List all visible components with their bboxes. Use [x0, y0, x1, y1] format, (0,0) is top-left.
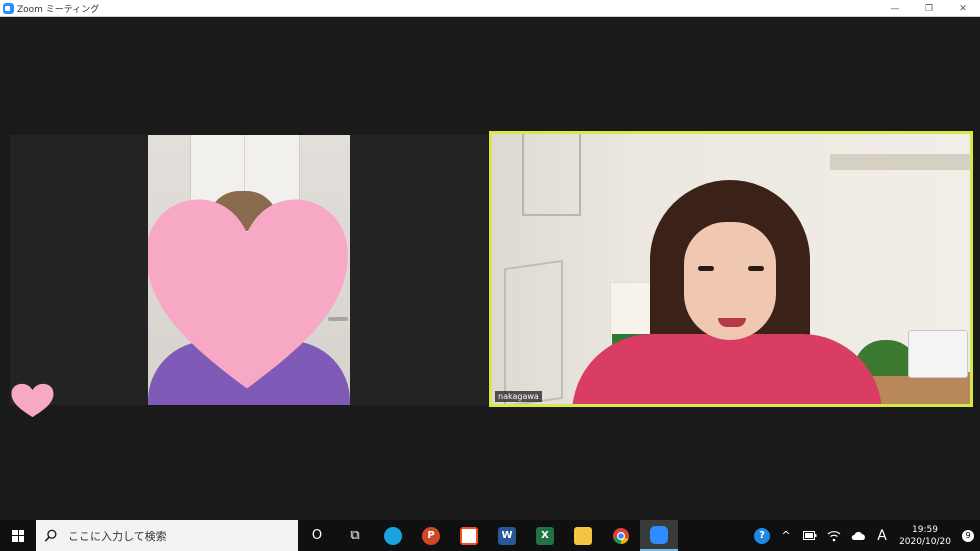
- excel-icon: X: [536, 526, 554, 545]
- word-icon: W: [498, 526, 516, 545]
- speaker-shirt: [572, 334, 882, 404]
- wifi-icon[interactable]: [822, 520, 846, 551]
- ime-mode-indicator[interactable]: A: [870, 520, 894, 551]
- taskbar-chrome[interactable]: [602, 520, 640, 551]
- chevron-up-icon[interactable]: ^: [774, 520, 798, 551]
- speaker-eye: [698, 266, 714, 271]
- chrome-icon: [613, 527, 629, 544]
- edge-icon: [384, 526, 402, 545]
- clock-time: 19:59: [912, 524, 938, 535]
- onedrive-cloud-icon[interactable]: [846, 520, 870, 551]
- taskbar-clock[interactable]: 19:59 2020/10/20: [894, 524, 956, 548]
- heart-sticker-icon: [148, 199, 348, 389]
- minimize-button[interactable]: —: [878, 0, 912, 17]
- zoom-icon: [650, 525, 668, 544]
- participant-tile-2[interactable]: nakagawa: [489, 131, 973, 407]
- windows-logo-icon: [12, 529, 24, 542]
- heart-small-icon: [11, 383, 54, 418]
- speaker-eye: [748, 266, 764, 271]
- taskbar-powerpoint[interactable]: P: [412, 520, 450, 551]
- taskbar: ここに入力して検索 O ⧉ P W X ? ^ A 19:59 2020/10/…: [0, 520, 980, 551]
- search-placeholder: ここに入力して検索: [68, 529, 167, 543]
- wall-shelf: [830, 154, 970, 170]
- help-icon[interactable]: ?: [750, 520, 774, 551]
- wall-frame: [504, 259, 563, 404]
- explorer-icon: [574, 526, 592, 545]
- participant-video-1: [148, 135, 350, 405]
- wall-frame: [522, 134, 581, 216]
- system-tray: ? ^ A 19:59 2020/10/20 9: [750, 520, 980, 551]
- taskbar-explorer[interactable]: [564, 520, 602, 551]
- title-bar: Zoom ミーティング — ❐ ✕: [0, 0, 980, 17]
- close-button[interactable]: ✕: [946, 0, 980, 17]
- notification-center-button[interactable]: 9: [956, 520, 980, 551]
- taskbar-zoom[interactable]: [640, 520, 678, 551]
- cortana-button[interactable]: O: [298, 520, 336, 551]
- background-printer: [908, 330, 968, 378]
- taskbar-store[interactable]: [450, 520, 488, 551]
- restore-button[interactable]: ❐: [912, 0, 946, 17]
- zoom-app-icon: [3, 2, 14, 14]
- taskbar-edge[interactable]: [374, 520, 412, 551]
- window-title: Zoom ミーティング: [17, 4, 100, 15]
- taskbar-excel[interactable]: X: [526, 520, 564, 551]
- participant-tile-1[interactable]: [10, 135, 488, 418]
- participant-name-label: nakagawa: [495, 391, 542, 402]
- window-controls: — ❐ ✕: [878, 0, 980, 17]
- meeting-stage: nakagawa: [0, 17, 980, 520]
- store-icon: [460, 526, 478, 545]
- task-view-button[interactable]: ⧉: [336, 520, 374, 551]
- taskbar-word[interactable]: W: [488, 520, 526, 551]
- start-button[interactable]: [0, 520, 36, 551]
- battery-icon[interactable]: [798, 520, 822, 551]
- powerpoint-icon: P: [422, 526, 440, 545]
- search-icon: [44, 529, 57, 542]
- notification-badge: 9: [962, 529, 974, 542]
- clock-date: 2020/10/20: [899, 536, 951, 547]
- taskbar-search[interactable]: ここに入力して検索: [36, 520, 298, 551]
